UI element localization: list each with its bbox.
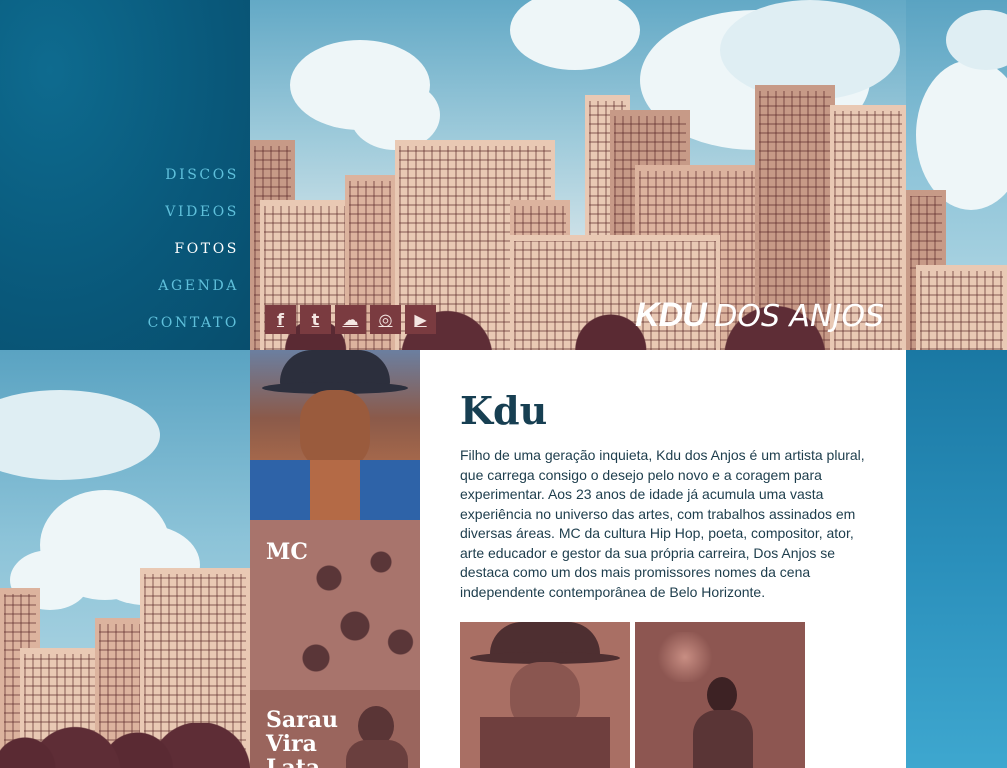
nav-item-fotos[interactable]: FOTOS — [174, 241, 239, 257]
photo-portrait[interactable] — [460, 622, 630, 768]
header-banner: f t ☁ ◎ ▶ KDU DOS ANJOS — [250, 0, 906, 350]
background-sky-right — [906, 350, 1007, 768]
background-city-left — [0, 350, 250, 768]
social-links: f t ☁ ◎ ▶ — [265, 305, 436, 334]
soundcloud-icon[interactable]: ☁ — [335, 305, 366, 334]
youtube-icon[interactable]: ▶ — [405, 305, 436, 334]
logo-bold-text: KDU — [635, 296, 707, 334]
nav-item-videos[interactable]: VIDEOS — [165, 204, 239, 220]
thumb-sarau-label-line-3: Lata — [266, 755, 321, 768]
main-nav: DISCOS VIDEOS FOTOS AGENDA CONTATO — [148, 166, 239, 351]
thumb-mc-label: MC — [266, 539, 308, 565]
thumb-sarau-label-line-1: Sarau — [266, 707, 338, 733]
thumb-portrait[interactable] — [250, 350, 420, 520]
site-logo[interactable]: KDU DOS ANJOS — [635, 296, 884, 335]
twitter-icon[interactable]: t — [300, 305, 331, 334]
nav-item-agenda[interactable]: AGENDA — [158, 278, 239, 294]
background-city-right — [906, 0, 1007, 350]
thumb-mc[interactable]: MC — [250, 520, 420, 690]
bio-text: Filho de uma geração inquieta, Kdu dos A… — [460, 447, 865, 600]
main-content: Kdu Filho de uma geração inquieta, Kdu d… — [420, 350, 906, 768]
thumb-sarau-label: Sarau Vira Lata — [266, 708, 338, 768]
nav-panel: DISCOS VIDEOS FOTOS AGENDA CONTATO — [0, 0, 250, 350]
instagram-icon[interactable]: ◎ — [370, 305, 401, 334]
nav-item-contato[interactable]: CONTATO — [148, 315, 239, 331]
nav-item-discos[interactable]: DISCOS — [165, 167, 239, 183]
logo-light-text: DOS ANJOS — [714, 299, 884, 334]
facebook-icon[interactable]: f — [265, 305, 296, 334]
thumb-sarau-label-line-2: Vira — [266, 731, 317, 757]
page-title: Kdu — [460, 388, 548, 433]
photo-performance[interactable] — [635, 622, 805, 768]
thumb-sarau[interactable]: Sarau Vira Lata — [250, 690, 420, 768]
